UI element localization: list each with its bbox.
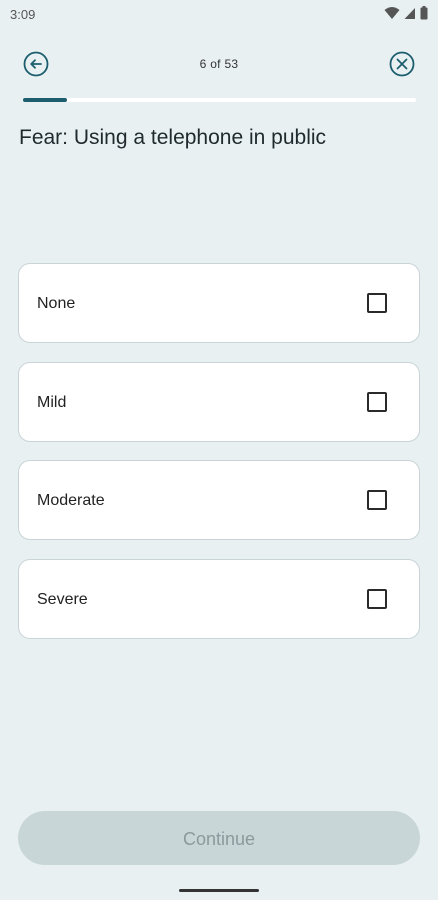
checkbox[interactable] — [367, 391, 387, 412]
checkbox[interactable] — [367, 293, 387, 313]
continue-button[interactable]: Continue — [18, 811, 420, 865]
option-label: Severe — [37, 590, 88, 608]
progress-bar-fill — [23, 98, 67, 102]
option-label: Moderate — [37, 492, 105, 509]
wifi-icon — [384, 7, 400, 19]
checkbox[interactable] — [367, 588, 387, 609]
close-circle-icon[interactable] — [388, 50, 416, 78]
progress-bar — [23, 98, 416, 102]
header: 6 of 53 — [0, 44, 438, 84]
signal-icon — [404, 7, 415, 19]
status-bar: 3:09 — [0, 0, 438, 30]
option-mild[interactable]: Mild — [18, 361, 420, 442]
option-none[interactable]: None — [18, 263, 420, 343]
answer-options: None Mild Moderate Severe — [18, 263, 420, 657]
home-indicator — [179, 889, 259, 892]
option-label: Mild — [37, 393, 67, 411]
option-moderate[interactable]: Moderate — [18, 460, 420, 540]
battery-icon — [420, 6, 428, 20]
option-label: None — [37, 295, 76, 312]
checkbox[interactable] — [367, 490, 387, 510]
status-icons — [384, 6, 428, 20]
question-title: Fear: Using a telephone in public — [19, 126, 327, 149]
question-counter: 6 of 53 — [199, 57, 239, 71]
status-time: 3:09 — [10, 7, 36, 22]
option-severe[interactable]: Severe — [18, 558, 420, 639]
